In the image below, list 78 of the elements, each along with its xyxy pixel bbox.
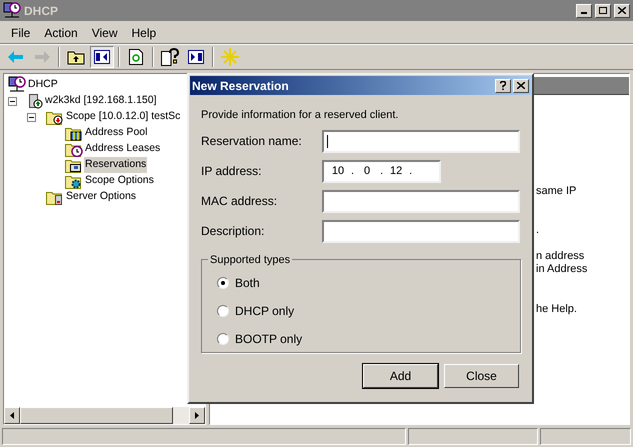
tree-item[interactable]: DHCP bbox=[27, 77, 59, 93]
octet-text: 0 bbox=[363, 164, 372, 179]
field-label: IP address: bbox=[201, 163, 262, 180]
folder-icon bbox=[65, 125, 83, 141]
scroll-right-button[interactable] bbox=[189, 407, 205, 424]
help-text: he Help. bbox=[536, 303, 578, 316]
dialog-button[interactable]: Add bbox=[363, 364, 438, 388]
close-icon bbox=[618, 7, 626, 14]
menu-item[interactable]: File bbox=[6, 24, 36, 42]
menu-item[interactable]: View bbox=[86, 24, 122, 42]
split-pane-icon bbox=[94, 50, 110, 64]
close-button[interactable] bbox=[513, 78, 529, 92]
dialog-button[interactable]: Close bbox=[444, 364, 519, 388]
toolbar-button[interactable] bbox=[158, 46, 182, 68]
left-triangle-icon bbox=[10, 412, 14, 419]
tree-item[interactable]: Scope [10.0.12.0] testSc bbox=[65, 109, 182, 125]
scroll-thumb[interactable] bbox=[20, 407, 173, 424]
menu-item[interactable]: Help bbox=[126, 24, 162, 42]
close-icon bbox=[517, 82, 525, 89]
toolbar-button[interactable] bbox=[90, 46, 114, 68]
radio-label[interactable]: DHCP only bbox=[235, 302, 294, 320]
text-field[interactable] bbox=[322, 220, 520, 242]
help-text: n address bbox=[536, 250, 586, 263]
radio-label[interactable]: Both bbox=[235, 274, 260, 292]
dialog-title: New Reservation bbox=[192, 78, 290, 94]
scroll-left-button[interactable] bbox=[4, 407, 20, 424]
field-label: Reservation name: bbox=[201, 133, 303, 150]
help-text: same IP bbox=[536, 185, 578, 198]
clock-monitor-icon bbox=[8, 76, 26, 94]
forward-arrow-icon bbox=[34, 51, 50, 63]
refresh-icon bbox=[129, 49, 143, 65]
octet-text: 12 bbox=[389, 164, 404, 179]
help-icon bbox=[161, 48, 179, 66]
intro-text: Provide information for a reserved client. bbox=[201, 108, 400, 123]
collapse-icon[interactable] bbox=[8, 96, 17, 106]
field-label: Description: bbox=[201, 223, 266, 240]
help-text: in Address bbox=[536, 263, 588, 276]
text-field[interactable] bbox=[322, 130, 520, 152]
help-text: . bbox=[536, 224, 540, 237]
dot-separator: . bbox=[409, 164, 412, 179]
folder-clock-icon bbox=[65, 141, 83, 157]
help-button[interactable] bbox=[495, 78, 511, 92]
tree-item[interactable]: Reservations bbox=[84, 157, 148, 173]
right-triangle-icon bbox=[195, 412, 199, 419]
folder-server-icon bbox=[46, 189, 64, 205]
folder-up-icon bbox=[67, 50, 85, 64]
radio-label[interactable]: BOOTP only bbox=[235, 330, 302, 348]
tree-item[interactable]: Address Pool bbox=[84, 125, 148, 141]
folder-gear-icon bbox=[65, 173, 83, 189]
clock-monitor-icon bbox=[3, 2, 21, 20]
radio-button[interactable] bbox=[217, 332, 229, 344]
tree-item[interactable]: Server Options bbox=[65, 189, 138, 205]
folder-icon bbox=[46, 109, 64, 125]
horizontal-scrollbar[interactable] bbox=[4, 407, 205, 424]
maximize-button[interactable] bbox=[595, 4, 611, 18]
sparkle-icon bbox=[221, 48, 239, 66]
maximize-icon bbox=[599, 7, 607, 14]
dot-separator: . bbox=[351, 164, 354, 179]
window-title: DHCP bbox=[24, 2, 58, 20]
ip-address-field[interactable]: 10 . 0 . 12 . bbox=[322, 160, 441, 182]
octet-text: 10 bbox=[330, 164, 346, 179]
minimize-button[interactable] bbox=[576, 4, 592, 18]
back-arrow-icon bbox=[8, 51, 24, 63]
field-label: MAC address: bbox=[201, 193, 278, 210]
server-icon bbox=[27, 93, 43, 109]
menu-item[interactable]: Action bbox=[39, 24, 83, 42]
dot-separator: . bbox=[380, 164, 384, 179]
collapse-icon[interactable] bbox=[27, 112, 36, 122]
folder-computer-icon bbox=[65, 157, 83, 173]
text-field[interactable] bbox=[322, 190, 520, 212]
close-button[interactable] bbox=[614, 4, 630, 18]
radio-button[interactable] bbox=[217, 276, 229, 288]
question-mark-icon bbox=[500, 81, 506, 90]
tree-item[interactable]: w2k3kd [192.168.1.150] bbox=[44, 93, 158, 109]
radio-button[interactable] bbox=[217, 304, 229, 316]
tree-item[interactable]: Scope Options bbox=[84, 173, 155, 189]
split-pane-icon bbox=[188, 50, 204, 64]
tree-item[interactable]: Address Leases bbox=[84, 141, 162, 157]
